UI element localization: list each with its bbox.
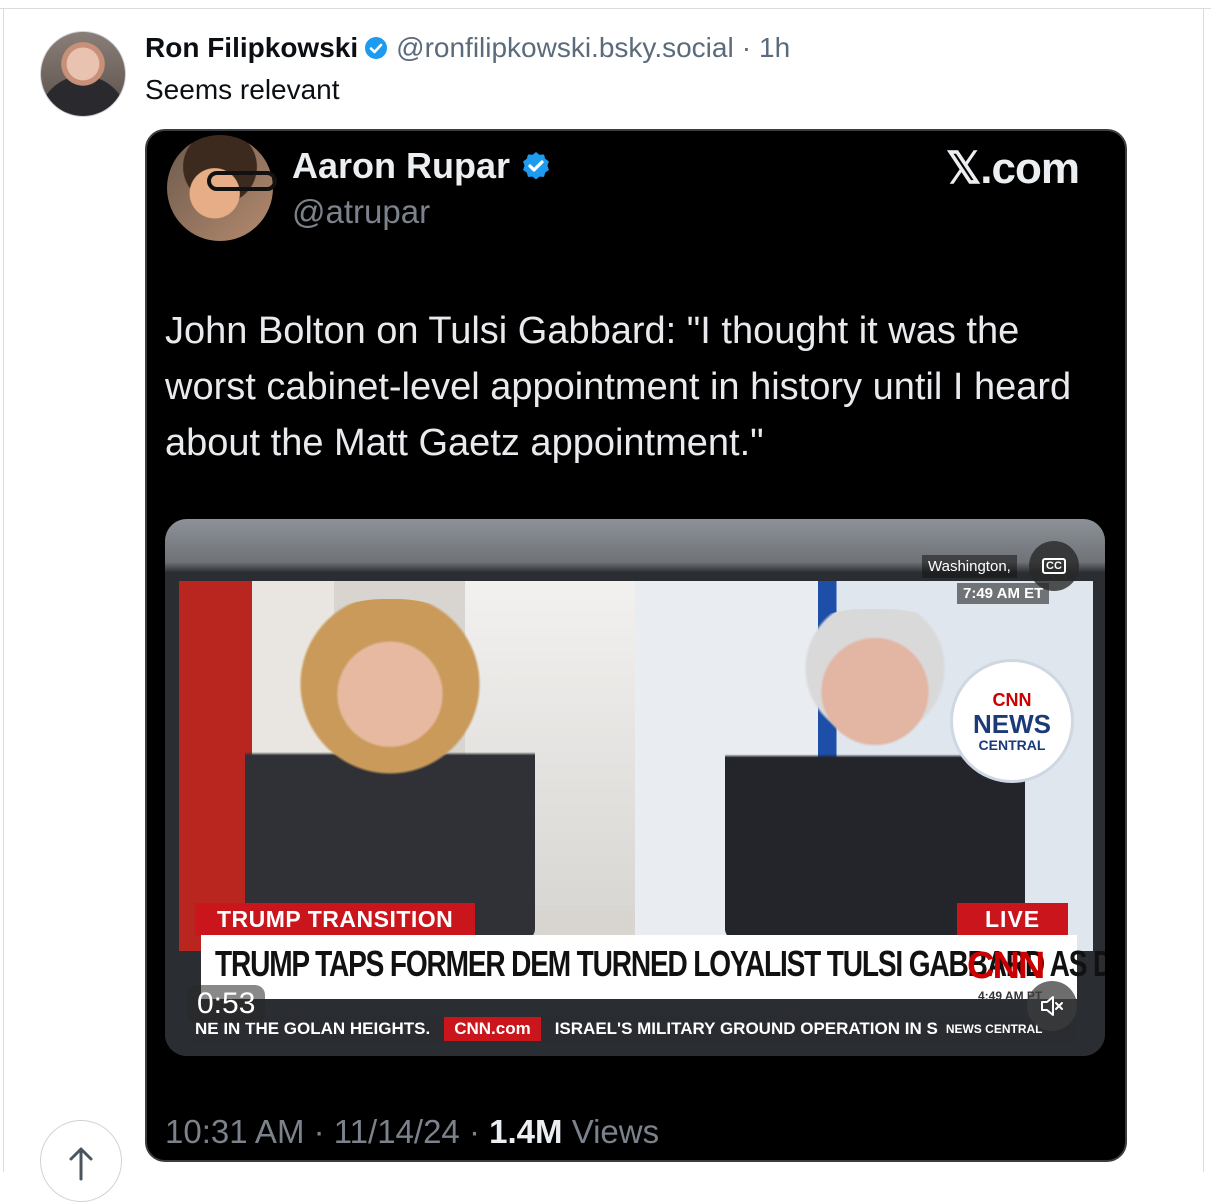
news-ticker: NE IN THE GOLAN HEIGHTS. CNN.com ISRAEL'…	[191, 1015, 1075, 1043]
post-text: Seems relevant	[145, 74, 340, 105]
ticker-right: ISRAEL'S MILITARY GROUND OPERATION IN S	[554, 1019, 938, 1038]
embed-author-avatar	[167, 135, 277, 241]
embed-author-name: Aaron Rupar	[292, 145, 511, 186]
separator: ·	[313, 1113, 325, 1150]
video-player[interactable]: CNN NEWS CENTRAL Washington, 7:49 AM ET …	[165, 519, 1105, 1056]
ticker-brand: NEWS CENTRAL	[945, 1022, 1043, 1036]
embed-date: 11/14/24	[333, 1113, 460, 1150]
author-handle[interactable]: @ronfilipkowski.bsky.social	[396, 32, 734, 64]
location-label: Washington,	[922, 555, 1017, 578]
glasses-shape	[207, 171, 277, 191]
author-name[interactable]: Ron Filipkowski	[145, 32, 358, 64]
live-tag: LIVE	[957, 903, 1069, 936]
closed-captions-button[interactable]: CC	[1029, 541, 1079, 591]
logo-line-1: CNN	[992, 689, 1032, 710]
right-border	[1203, 8, 1204, 1172]
embed-text: John Bolton on Tulsi Gabbard: "I thought…	[165, 310, 1072, 464]
video-duration: 0:53	[187, 985, 266, 1023]
views-count: 1.4M	[489, 1113, 563, 1150]
embedded-media[interactable]: Aaron Rupar @atrupar 𝕏.com John Bolton o…	[145, 129, 1127, 1162]
mute-button[interactable]	[1027, 981, 1077, 1031]
logo-line-3: CENTRAL	[978, 736, 1046, 753]
embed-author-name-row: Aaron Rupar	[292, 145, 552, 187]
muted-speaker-icon	[1041, 996, 1063, 1016]
closed-captions-icon: CC	[1042, 558, 1066, 574]
anchor-figure	[245, 599, 535, 939]
post-header: Ron Filipkowski @ronfilipkowski.bsky.soc…	[145, 28, 790, 68]
separator: ·	[741, 32, 752, 63]
separator: ·	[468, 1113, 480, 1150]
top-divider	[0, 8, 1211, 9]
arrow-up-icon	[69, 1147, 93, 1181]
logo-line-2: NEWS	[973, 708, 1051, 739]
source-label: 𝕏.com	[945, 144, 1080, 193]
cnn-news-central-logo: CNN NEWS CENTRAL	[950, 659, 1074, 783]
cnn-bug: CNN	[967, 945, 1045, 987]
post-time[interactable]: 1h	[759, 32, 790, 64]
verified-badge-icon	[523, 152, 549, 180]
author-avatar[interactable]	[40, 31, 126, 117]
scroll-to-top-button[interactable]	[40, 1120, 122, 1202]
embed-author-handle: @atrupar	[292, 193, 431, 230]
broadcast-clock: 7:49 AM ET	[957, 583, 1050, 604]
embed-time: 10:31 AM	[165, 1113, 305, 1150]
segment-tag: TRUMP TRANSITION	[195, 903, 476, 936]
ticker-site: CNN.com	[444, 1017, 541, 1041]
embed-footer: 10:31 AM · 11/14/24 · 1.4M Views	[165, 1113, 659, 1151]
verified-badge-icon	[365, 37, 388, 59]
left-border	[3, 8, 4, 1172]
views-label: Views	[571, 1113, 660, 1150]
